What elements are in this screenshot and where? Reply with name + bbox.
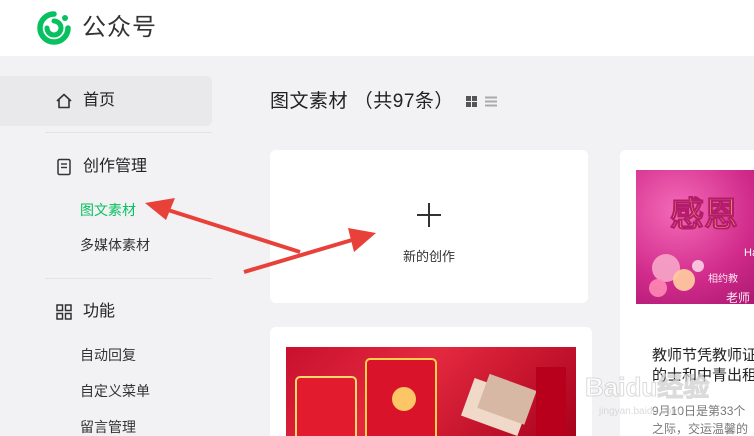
sidebar-divider [45,278,212,279]
sidebar-item-auto-reply[interactable]: 自动回复 [80,346,136,364]
svg-text:jingyan.baidu.com: jingyan.baidu.com [598,406,680,417]
wechat-official-logo-icon [37,11,71,45]
svg-text:老师: 老师 [726,291,750,304]
article-thumbnail [286,347,576,436]
svg-text:相约教: 相约教 [708,272,738,285]
view-toggle[interactable] [465,95,499,109]
sidebar-item-home[interactable]: 首页 [0,76,212,126]
sidebar-item-media[interactable]: 多媒体素材 [80,236,150,254]
sidebar-item-comments[interactable]: 留言管理 [80,418,136,436]
sidebar-divider [45,132,212,133]
sidebar-section-create[interactable]: 创作管理 [83,157,147,177]
svg-text:Baidu经验: Baidu经验 [585,372,709,402]
sidebar: 首页 创作管理 图文素材 多媒体素材 功能 自动回复 自定义菜单 留言管理 [0,56,228,436]
plus-icon [417,203,441,227]
grid-view-icon [466,96,477,107]
top-bar: 公众号 [0,0,754,56]
grid-icon [56,304,72,320]
article-card[interactable] [270,327,592,436]
thumbnail-art: 感恩 Hap 相约教 老师 [649,195,754,304]
home-icon [56,93,72,109]
new-creation-card[interactable]: 新的创作 [270,150,588,303]
list-view-icon [485,96,497,107]
svg-text:Hap: Hap [744,247,754,259]
new-creation-label: 新的创作 [402,249,455,264]
sidebar-item-home-label: 首页 [83,92,116,109]
document-icon [57,158,71,176]
sidebar-item-articles[interactable]: 图文素材 [80,201,136,219]
svg-text:感恩: 感恩 [670,195,738,235]
baidu-watermark-logo: Baidu经验 jingyan.baidu.com [585,372,710,418]
sidebar-item-custom-menu[interactable]: 自定义菜单 [80,382,150,400]
page-title: 图文素材 （共97条） [270,91,454,112]
sidebar-section-features[interactable]: 功能 [83,302,115,322]
brand-title: 公众号 [82,14,157,41]
article-thumbnail: 感恩 Hap 相约教 老师 [636,170,754,304]
thumbnail-art [295,358,566,436]
